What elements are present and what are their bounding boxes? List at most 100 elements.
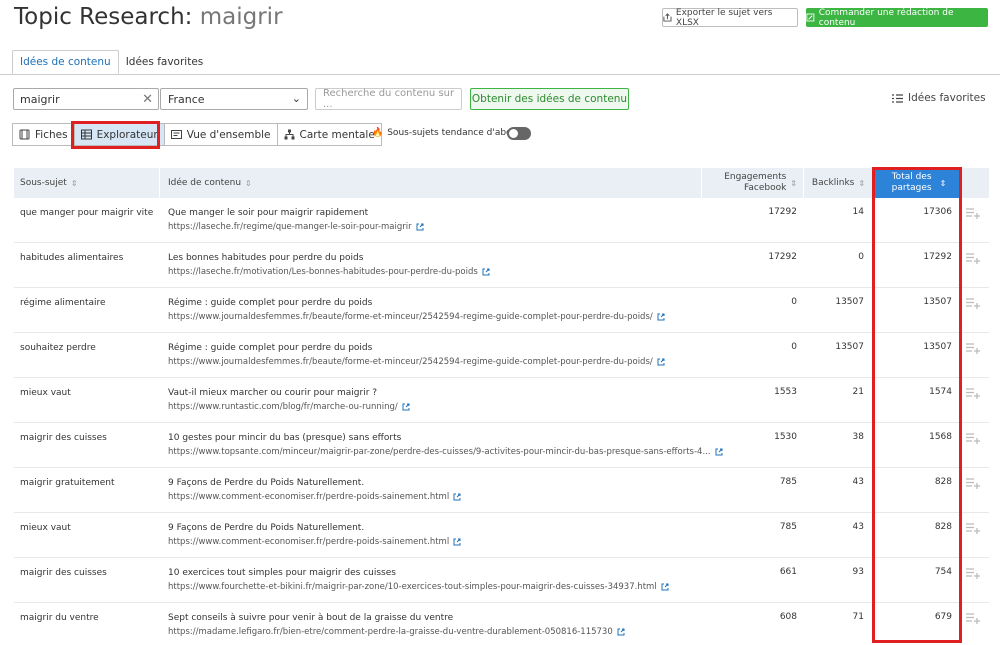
country-select[interactable]: France ⌄	[160, 88, 308, 110]
facebook-engagements-cell: 785	[779, 522, 797, 532]
table-row: que manger pour maigrir vite Que manger l…	[14, 198, 989, 243]
col-backlinks[interactable]: Backlinks ⇕	[804, 168, 874, 198]
export-label: Exporter le sujet vers XLSX	[675, 7, 773, 28]
add-to-favorites-icon[interactable]	[966, 298, 980, 309]
chevron-down-icon: ⌄	[291, 92, 301, 105]
external-link-icon[interactable]	[453, 538, 461, 546]
tab-favorite-ideas[interactable]: Idées favorites	[119, 50, 211, 74]
external-link-icon[interactable]	[657, 358, 665, 366]
add-to-favorites-icon[interactable]	[966, 478, 980, 489]
add-to-favorites-icon[interactable]	[966, 433, 980, 444]
keyword-input[interactable]: maigrir ✕	[13, 88, 159, 110]
backlinks-cell: 21	[852, 387, 864, 397]
add-to-favorites-icon[interactable]	[966, 523, 980, 534]
idea-url-link[interactable]: https://laseche.fr/motivation/Les-bonnes…	[168, 267, 490, 277]
idea-url-text: https://laseche.fr/regime/que-manger-le-…	[168, 222, 412, 232]
add-to-favorites-icon[interactable]	[966, 343, 980, 354]
external-link-icon[interactable]	[617, 628, 625, 636]
idea-url-link[interactable]: https://madame.lefigaro.fr/bien-etre/com…	[168, 627, 625, 637]
idea-title: Vaut-il mieux marcher ou courir pour mai…	[168, 388, 378, 398]
add-to-favorites-icon[interactable]	[966, 253, 980, 264]
external-link-icon[interactable]	[416, 223, 424, 231]
trend-label: Sous-sujets tendance d'abord	[387, 128, 521, 138]
get-ideas-button[interactable]: Obtenir des idées de contenu	[470, 88, 629, 110]
facebook-engagements-cell: 17292	[768, 252, 797, 262]
external-link-icon[interactable]	[453, 493, 461, 501]
list-icon	[892, 93, 903, 103]
table-row: régime alimentaire Régime : guide complet…	[14, 288, 989, 333]
edit-icon	[806, 13, 815, 22]
sort-icon: ⇕	[245, 178, 252, 188]
external-link-icon[interactable]	[661, 583, 669, 591]
idea-url-link[interactable]: https://www.topsante.com/minceur/maigrir…	[168, 447, 723, 457]
sort-icon: ⇕	[70, 178, 78, 188]
tabs-divider	[0, 74, 1000, 75]
overview-icon	[170, 130, 182, 139]
external-link-icon[interactable]	[715, 448, 723, 456]
highlight-explorer-box	[71, 121, 160, 149]
idea-url-link[interactable]: https://www.comment-economiser.fr/perdre…	[168, 537, 461, 547]
page-title: Topic Research: maigrir	[14, 4, 283, 30]
idea-url-text: https://www.runtastic.com/blog/fr/marche…	[168, 402, 398, 412]
content-search-input[interactable]: Recherche du contenu sur ...	[315, 88, 462, 110]
subtopic-cell: mieux vaut	[20, 388, 71, 398]
favorite-ideas-link[interactable]: Idées favorites	[892, 92, 986, 104]
idea-url-text: https://laseche.fr/motivation/Les-bonnes…	[168, 267, 478, 277]
backlinks-cell: 93	[852, 567, 864, 577]
facebook-engagements-cell: 661	[779, 567, 797, 577]
add-to-favorites-icon[interactable]	[966, 568, 980, 579]
view-mindmap-button[interactable]: Carte mentale	[276, 123, 382, 146]
table-row: maigrir des cuisses 10 exercices tout sim…	[14, 558, 989, 603]
export-icon	[663, 13, 672, 22]
idea-url-link[interactable]: https://www.journaldesfemmes.fr/beaute/f…	[168, 312, 665, 322]
order-label: Commander une rédaction de contenu	[818, 7, 954, 28]
idea-url-link[interactable]: https://www.journaldesfemmes.fr/beaute/f…	[168, 357, 665, 367]
order-content-button[interactable]: Commander une rédaction de contenu	[806, 7, 988, 28]
idea-url-link[interactable]: https://laseche.fr/regime/que-manger-le-…	[168, 222, 424, 232]
view-mindmap-label: Carte mentale	[299, 128, 375, 141]
export-xlsx-button[interactable]: Exporter le sujet vers XLSX	[662, 7, 798, 28]
external-link-icon[interactable]	[402, 403, 410, 411]
view-overview-button[interactable]: Vue d'ensemble	[163, 123, 278, 146]
favorite-ideas-label: Idées favorites	[908, 92, 986, 104]
add-to-favorites-icon[interactable]	[966, 208, 980, 219]
table-row: maigrir des cuisses 10 gestes pour mincir…	[14, 423, 989, 468]
facebook-engagements-cell: 0	[791, 297, 797, 307]
add-to-favorites-icon[interactable]	[966, 613, 980, 624]
trending-toggle[interactable]	[507, 127, 531, 140]
view-cards-button[interactable]: Fiches	[12, 123, 75, 146]
external-link-icon[interactable]	[482, 268, 490, 276]
facebook-engagements-cell: 608	[779, 612, 797, 622]
idea-url-link[interactable]: https://www.comment-economiser.fr/perdre…	[168, 492, 461, 502]
external-link-icon[interactable]	[657, 313, 665, 321]
col-idea[interactable]: Idée de contenu ⇕	[160, 168, 702, 198]
backlinks-cell: 0	[858, 252, 864, 262]
table-row: maigrir gratuitement 9 Façons de Perdre d…	[14, 468, 989, 513]
idea-title: 9 Façons de Perdre du Poids Naturellemen…	[168, 523, 365, 533]
backlinks-cell: 14	[852, 207, 864, 217]
view-overview-label: Vue d'ensemble	[186, 128, 271, 141]
idea-url-link[interactable]: https://www.fourchette-et-bikini.fr/maig…	[168, 582, 669, 592]
idea-url-link[interactable]: https://www.runtastic.com/blog/fr/marche…	[168, 402, 410, 412]
highlight-total-column-box	[872, 167, 962, 643]
col-facebook[interactable]: Engagements Facebook ⇕	[702, 168, 804, 198]
table-row: mieux vaut 9 Façons de Perdre du Poids Na…	[14, 513, 989, 558]
add-to-favorites-icon[interactable]	[966, 388, 980, 399]
idea-title: 10 gestes pour mincir du bas (presque) s…	[168, 433, 402, 443]
trending-subtopics-option: 🔥 Sous-sujets tendance d'abord	[372, 128, 521, 138]
idea-url-text: https://www.comment-economiser.fr/perdre…	[168, 537, 450, 547]
cards-icon	[19, 129, 30, 140]
clear-icon[interactable]: ✕	[142, 92, 153, 107]
idea-url-text: https://www.topsante.com/minceur/maigrir…	[168, 447, 711, 457]
backlinks-cell: 38	[852, 432, 864, 442]
page-title-prefix: Topic Research:	[14, 4, 193, 30]
idea-title: Régime : guide complet pour perdre du po…	[168, 298, 373, 308]
fire-icon: 🔥	[372, 128, 384, 138]
idea-title: 9 Façons de Perdre du Poids Naturellemen…	[168, 478, 365, 488]
col-subtopic[interactable]: Sous-sujet ⇕	[14, 168, 160, 198]
subtopic-cell: souhaitez perdre	[20, 343, 96, 353]
page-title-keyword: maigrir	[199, 4, 283, 30]
backlinks-cell: 13507	[835, 342, 864, 352]
tab-content-ideas[interactable]: Idées de contenu	[12, 50, 119, 74]
facebook-engagements-cell: 0	[791, 342, 797, 352]
